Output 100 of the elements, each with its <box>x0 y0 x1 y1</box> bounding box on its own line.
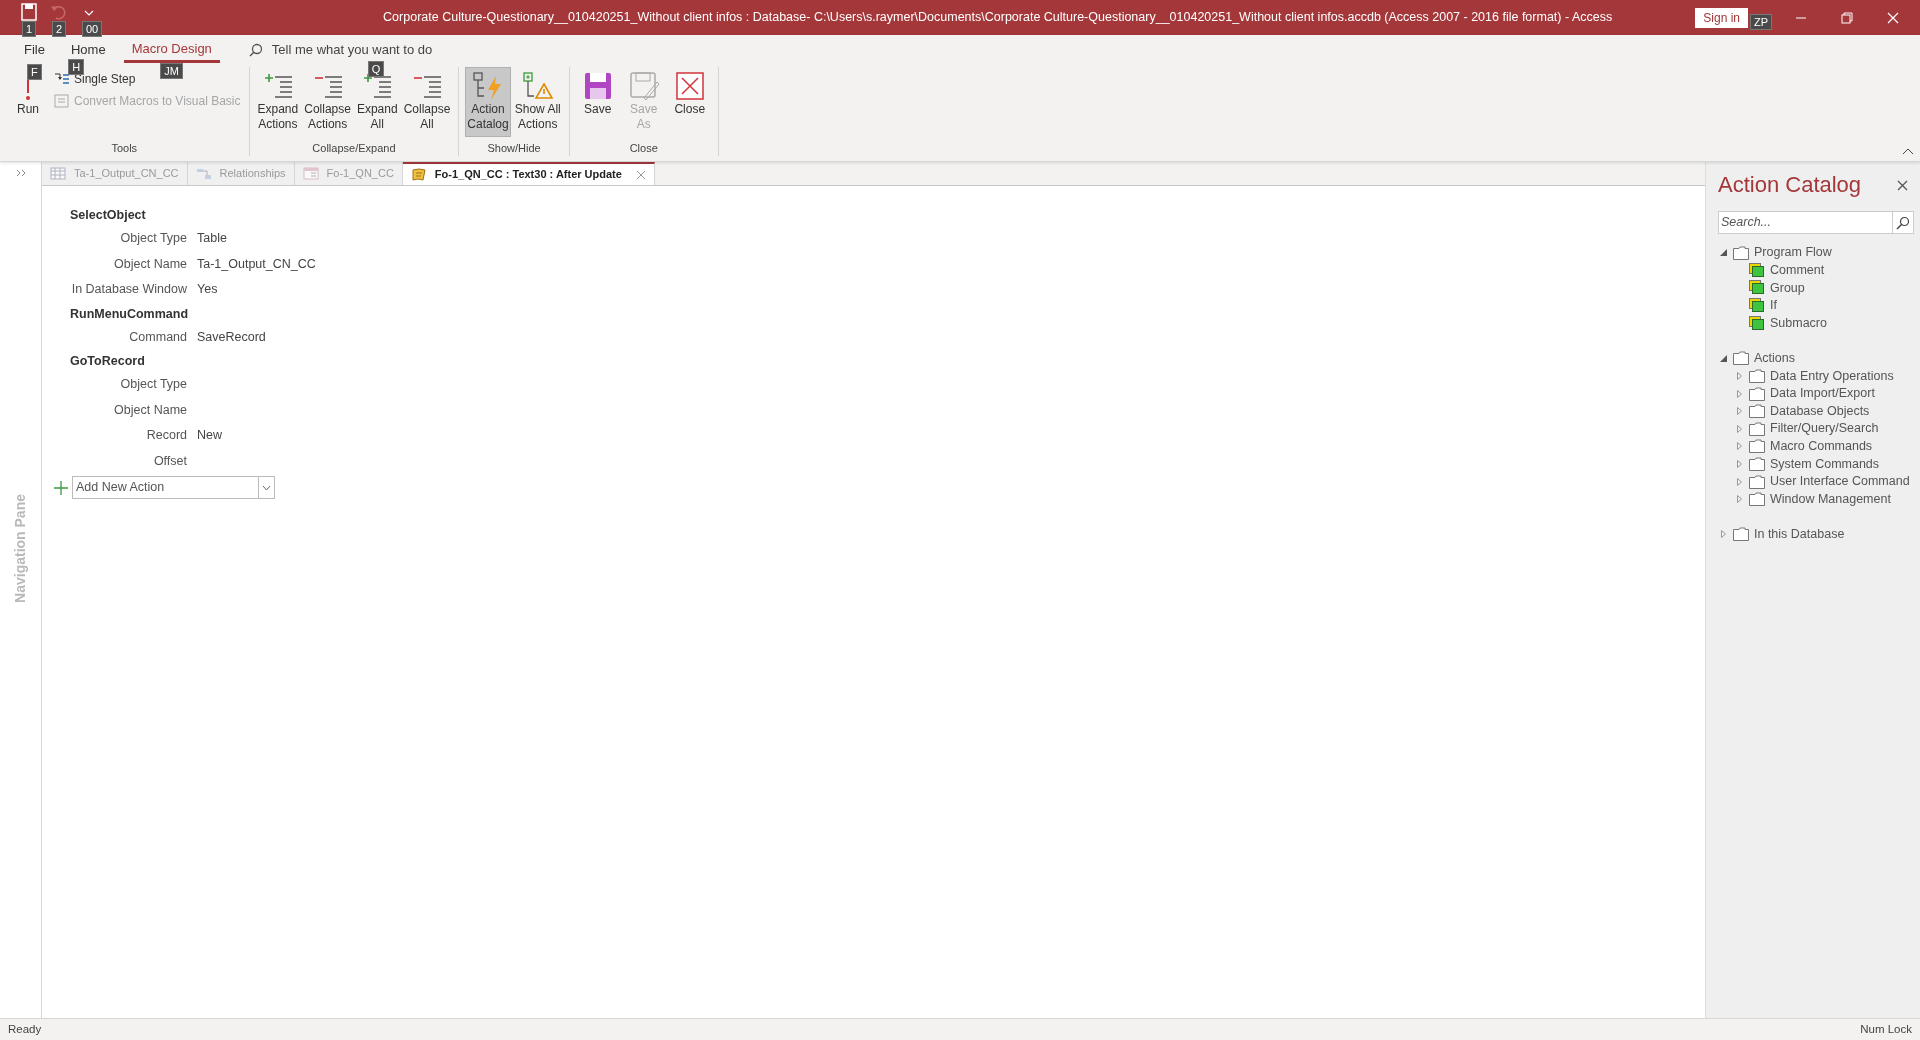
tree-item[interactable]: Macro Commands <box>1770 436 1873 456</box>
window-title: Corporate Culture-Questionary__010420251_Without client infos : Database- C:\Users\s.raymer\Documents\Corporate Culture-Questionary__010420251_Without client infos.accdb (Access 2007 - 2016 file format) - Access <box>382 9 1614 27</box>
argument-label: Command <box>128 328 187 346</box>
keytip: F <box>26 63 42 80</box>
folder-icon <box>1749 492 1765 507</box>
argument-label: Object Type <box>119 376 187 394</box>
tree-item[interactable]: User Interface Command <box>1770 472 1910 491</box>
tree-item[interactable]: Comment <box>1770 261 1825 280</box>
tree-item[interactable]: Database Objects <box>1770 401 1870 421</box>
group-label: Tools <box>110 140 139 156</box>
collapsed-icon[interactable] <box>1736 459 1742 468</box>
tree-item[interactable]: If <box>1770 296 1777 315</box>
collapsed-icon[interactable] <box>1736 407 1742 416</box>
add-action-field[interactable]: Add New Action <box>72 476 258 499</box>
block-icon <box>1749 262 1765 278</box>
keytip: JM <box>160 63 183 80</box>
table-icon <box>50 165 66 182</box>
close-icon <box>673 70 706 102</box>
panel-title: Action Catalog <box>1718 171 1862 199</box>
status-text: Num Lock <box>1860 1021 1912 1037</box>
action-name[interactable]: SelectObject <box>70 204 1705 226</box>
block-icon <box>1749 315 1765 331</box>
keytip: H <box>68 58 85 75</box>
argument-value[interactable]: Yes <box>197 280 218 300</box>
tree-item[interactable]: Filter/Query/Search <box>1770 419 1879 439</box>
collapsed-icon[interactable] <box>1736 389 1742 398</box>
expanded-icon[interactable] <box>1719 354 1727 362</box>
status-text: Ready <box>8 1021 42 1037</box>
collapsed-icon[interactable] <box>1736 442 1742 451</box>
form-icon <box>302 165 319 182</box>
keytip: 1 <box>22 21 37 37</box>
folder-icon <box>1749 456 1765 471</box>
tell-me-field[interactable]: Tell me what you want to do <box>271 40 492 60</box>
plus-icon <box>54 480 68 495</box>
argument-label: Record <box>145 427 187 445</box>
document-icon <box>54 93 70 109</box>
keytip: 00 <box>82 21 103 37</box>
tree-item[interactable]: Program Flow <box>1754 243 1832 263</box>
tree-item[interactable]: In this Database <box>1754 524 1845 544</box>
argument-value[interactable]: New <box>197 426 222 446</box>
argument-value[interactable]: SaveRecord <box>197 327 266 347</box>
folder-icon <box>1733 351 1749 366</box>
collapsed-icon[interactable] <box>1736 424 1742 433</box>
ribbon-button[interactable]: Close <box>667 67 712 137</box>
argument-value[interactable]: Ta-1_Output_CN_CC <box>197 254 316 274</box>
close-icon[interactable] <box>635 169 646 180</box>
argument-value[interactable]: Table <box>197 229 227 249</box>
caret-icon[interactable] <box>262 484 271 491</box>
argument-label: Object Type <box>119 230 187 248</box>
collapse-ribbon-icon[interactable] <box>1902 146 1914 155</box>
ribbon-button[interactable]: Action Catalog <box>465 67 511 137</box>
tree-lightning-icon <box>472 70 504 102</box>
sign-in-button[interactable]: Sign in <box>1695 7 1748 28</box>
folder-icon <box>1749 386 1765 401</box>
block-icon <box>1749 298 1765 314</box>
keytip: ZP <box>1750 13 1773 30</box>
folder-icon <box>1733 527 1749 542</box>
folder-icon <box>1749 439 1765 454</box>
ribbon-button[interactable]: Expand Actions <box>255 67 301 137</box>
collapsed-icon[interactable] <box>1736 477 1742 486</box>
argument-label: Object Name <box>113 401 187 419</box>
group-label: Collapse/Expand <box>311 140 397 156</box>
tree-item[interactable]: Data Import/Export <box>1770 384 1875 403</box>
ribbon-tab[interactable]: File <box>16 38 53 62</box>
step-icon <box>54 71 70 87</box>
tree-item[interactable]: System Commands <box>1770 454 1880 474</box>
document-tab[interactable]: Fo-1_QN_CC : Text30 : After Update <box>402 162 655 185</box>
save-icon[interactable] <box>20 3 38 21</box>
argument-label: In Database Window <box>70 281 187 299</box>
action-name[interactable]: GoToRecord <box>70 350 1705 372</box>
group-label: Close <box>628 140 659 156</box>
search-field[interactable]: Search... <box>1718 211 1892 234</box>
argument-label: Offset <box>152 452 187 470</box>
scroll-icon <box>410 166 427 183</box>
keytip: 2 <box>52 21 67 37</box>
ribbon-button[interactable]: Collapse Actions <box>302 67 353 137</box>
keytip: Q <box>367 60 385 77</box>
folder-icon <box>1749 474 1765 489</box>
collapsed-icon[interactable] <box>1736 495 1742 504</box>
block-icon <box>1749 280 1765 296</box>
action-name[interactable]: RunMenuCommand <box>70 302 1705 325</box>
tree-item[interactable]: Group <box>1770 278 1805 298</box>
folder-icon <box>1749 368 1765 383</box>
ribbon-button[interactable]: Show All Actions <box>512 67 563 137</box>
tree-item[interactable]: Actions <box>1754 349 1795 368</box>
ribbon-button[interactable]: Save <box>575 67 620 137</box>
argument-label: Object Name <box>113 255 187 273</box>
ribbon-button[interactable]: Collapse All <box>401 67 453 137</box>
tree-item[interactable]: Data Entry Operations <box>1770 366 1894 386</box>
folder-icon <box>1733 245 1749 260</box>
close-icon[interactable] <box>1897 179 1908 191</box>
collapsed-icon[interactable] <box>1720 530 1726 539</box>
tree-item[interactable]: Submacro <box>1770 313 1827 333</box>
search-icon <box>247 42 264 58</box>
expanded-icon[interactable] <box>1719 249 1727 257</box>
group-label: Show/Hide <box>486 140 542 156</box>
search-icon[interactable] <box>1896 215 1910 230</box>
tree-warning-icon <box>521 70 554 102</box>
tree-item[interactable]: Window Management <box>1770 489 1891 509</box>
collapsed-icon[interactable] <box>1736 371 1742 380</box>
